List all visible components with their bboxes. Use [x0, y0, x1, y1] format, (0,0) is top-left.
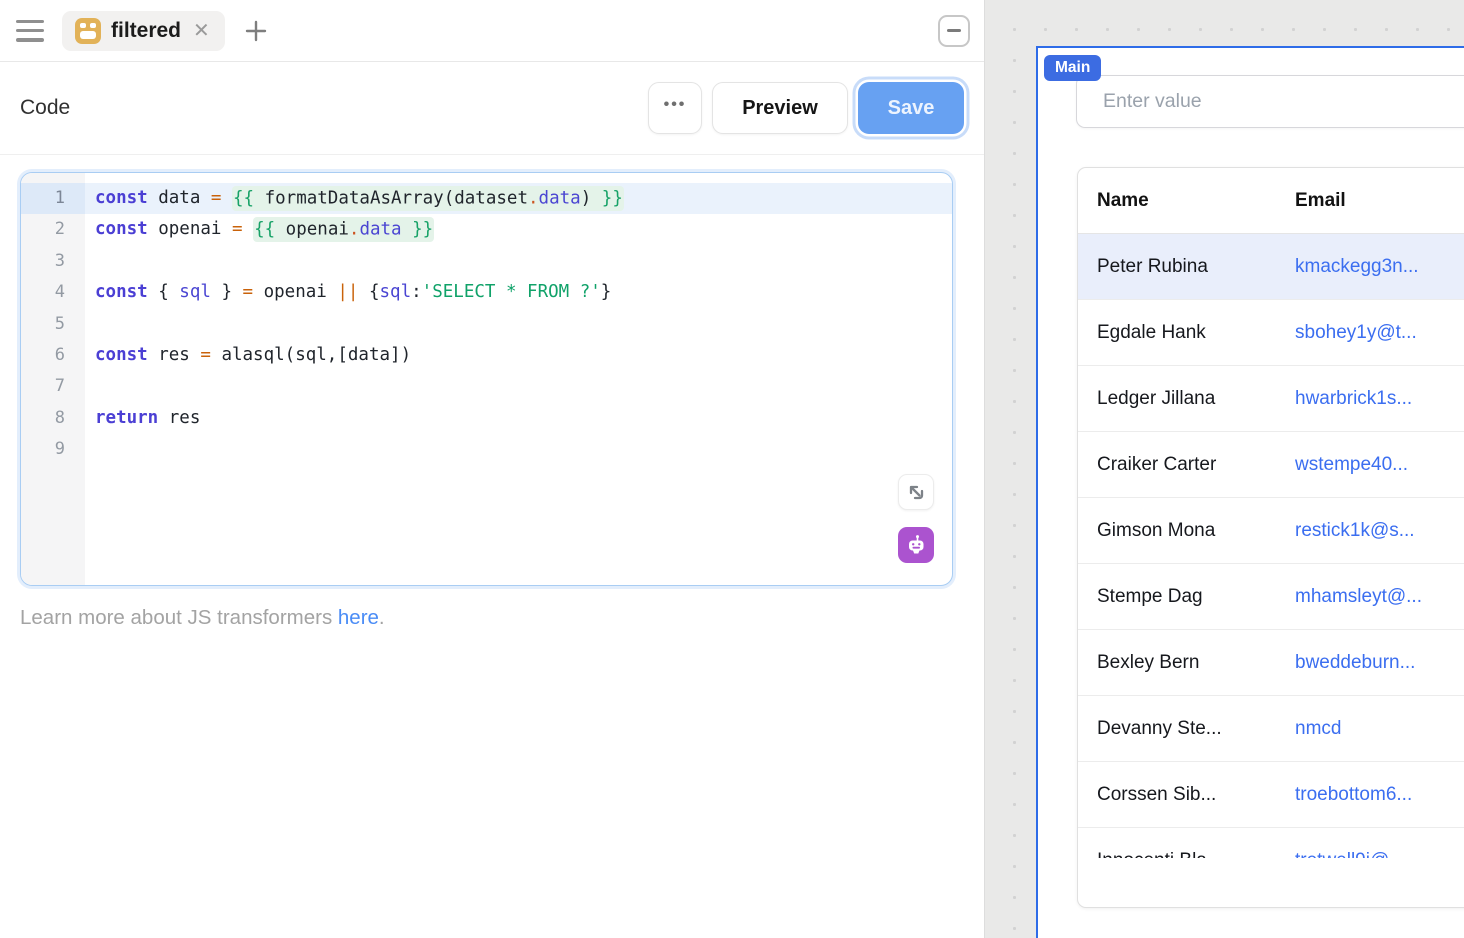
- transformer-icon: [75, 18, 101, 44]
- table-row[interactable]: Egdale Hanksbohey1y@t...: [1078, 300, 1464, 366]
- cell-email-link[interactable]: troebottom6...: [1295, 784, 1464, 806]
- code-line[interactable]: return res: [85, 403, 952, 434]
- cell-email-link[interactable]: restick1k@s...: [1295, 520, 1464, 542]
- selection-tag[interactable]: Main: [1044, 55, 1101, 81]
- tab-filtered[interactable]: filtered ✕: [62, 11, 225, 51]
- line-number: 1: [21, 183, 85, 214]
- line-number: 7: [21, 371, 85, 402]
- table-row[interactable]: Gimson Monarestick1k@s...: [1078, 498, 1464, 564]
- cell-email-link[interactable]: nmcd: [1295, 718, 1464, 740]
- table-row[interactable]: Ledger Jillanahwarbrick1s...: [1078, 366, 1464, 432]
- code-line[interactable]: const data = {{ formatDataAsArray(datase…: [85, 183, 952, 214]
- expand-editor-button[interactable]: [898, 474, 934, 510]
- code-toolbar: Code ••• Preview Save: [0, 62, 984, 155]
- app-canvas[interactable]: Main Name Email Peter Rubinakmackegg3n..…: [985, 0, 1464, 938]
- code-line[interactable]: const openai = {{ openai.data }}: [85, 214, 952, 245]
- line-number: 6: [21, 340, 85, 371]
- table-header-row: Name Email: [1078, 168, 1464, 234]
- learn-more-suffix: .: [379, 606, 385, 629]
- expand-icon: [906, 482, 926, 502]
- add-tab-button[interactable]: [241, 16, 271, 46]
- code-line[interactable]: [85, 246, 952, 277]
- line-number: 3: [21, 246, 85, 277]
- tab-bar: filtered ✕: [0, 0, 984, 62]
- template-expression: {{ openai.data }}: [253, 217, 434, 242]
- section-title: Code: [20, 96, 648, 120]
- code-line[interactable]: const { sql } = openai || {sql:'SELECT *…: [85, 277, 952, 308]
- cell-name: Bexley Bern: [1078, 652, 1295, 674]
- value-input[interactable]: [1076, 75, 1464, 128]
- cell-name: Gimson Mona: [1078, 520, 1295, 542]
- code-editor[interactable]: 123456789 const data = {{ formatDataAsAr…: [20, 172, 953, 586]
- tab-title: filtered: [111, 19, 181, 43]
- data-table[interactable]: Name Email Peter Rubinakmackegg3n...Egda…: [1077, 167, 1464, 908]
- table-row[interactable]: Craiker Carterwstempe40...: [1078, 432, 1464, 498]
- table-body[interactable]: Peter Rubinakmackegg3n...Egdale Hanksboh…: [1078, 234, 1464, 858]
- minimize-panel-button[interactable]: [938, 15, 970, 47]
- cell-name: Peter Rubina: [1078, 256, 1295, 278]
- table-row[interactable]: Stempe Dagmhamsleyt@...: [1078, 564, 1464, 630]
- cell-name: Stempe Dag: [1078, 586, 1295, 608]
- table-row[interactable]: Corssen Sib...troebottom6...: [1078, 762, 1464, 828]
- preview-button[interactable]: Preview: [712, 82, 848, 134]
- table-row[interactable]: Innocenti Bla...tretwell9i@...: [1078, 828, 1464, 858]
- minus-icon: [947, 29, 961, 32]
- cell-email-link[interactable]: tretwell9i@...: [1295, 850, 1464, 859]
- close-icon[interactable]: ✕: [191, 21, 212, 41]
- cell-email-link[interactable]: kmackegg3n...: [1295, 256, 1464, 278]
- code-line[interactable]: [85, 309, 952, 340]
- table-row[interactable]: Peter Rubinakmackegg3n...: [1078, 234, 1464, 300]
- learn-more-link[interactable]: here: [338, 606, 379, 629]
- code-area[interactable]: const data = {{ formatDataAsArray(datase…: [85, 173, 952, 585]
- learn-more-prefix: Learn more about JS transformers: [20, 606, 338, 629]
- cell-email-link[interactable]: bweddeburn...: [1295, 652, 1464, 674]
- hamburger-menu-icon[interactable]: [16, 20, 44, 42]
- plus-icon: [241, 16, 271, 46]
- ai-assistant-button[interactable]: [898, 527, 934, 563]
- robot-icon: [905, 534, 927, 556]
- cell-name: Ledger Jillana: [1078, 388, 1295, 410]
- more-options-button[interactable]: •••: [648, 82, 702, 134]
- cell-email-link[interactable]: hwarbrick1s...: [1295, 388, 1464, 410]
- template-expression: {{ formatDataAsArray(dataset.data) }}: [232, 186, 624, 211]
- column-header-name[interactable]: Name: [1078, 190, 1295, 212]
- line-number: 4: [21, 277, 85, 308]
- column-header-email[interactable]: Email: [1295, 190, 1464, 212]
- code-line[interactable]: [85, 434, 952, 465]
- code-line[interactable]: const res = alasql(sql,[data]): [85, 340, 952, 371]
- app-window: filtered ✕ Code ••• Preview Save 1234567…: [0, 0, 1464, 938]
- main-container-frame[interactable]: Main Name Email Peter Rubinakmackegg3n..…: [1036, 46, 1464, 938]
- cell-email-link[interactable]: mhamsleyt@...: [1295, 586, 1464, 608]
- table-row[interactable]: Devanny Ste...nmcd: [1078, 696, 1464, 762]
- cell-name: Innocenti Bla...: [1078, 850, 1295, 859]
- save-button[interactable]: Save: [858, 82, 964, 134]
- code-line[interactable]: [85, 371, 952, 402]
- cell-name: Egdale Hank: [1078, 322, 1295, 344]
- line-number: 2: [21, 214, 85, 245]
- learn-more-text: Learn more about JS transformers here.: [20, 606, 385, 630]
- line-number: 8: [21, 403, 85, 434]
- editor-panel: filtered ✕ Code ••• Preview Save 1234567…: [0, 0, 985, 938]
- line-number-gutter: 123456789: [21, 173, 85, 585]
- cell-name: Craiker Carter: [1078, 454, 1295, 476]
- cell-name: Corssen Sib...: [1078, 784, 1295, 806]
- cell-name: Devanny Ste...: [1078, 718, 1295, 740]
- line-number: 5: [21, 309, 85, 340]
- cell-email-link[interactable]: sbohey1y@t...: [1295, 322, 1464, 344]
- cell-email-link[interactable]: wstempe40...: [1295, 454, 1464, 476]
- table-row[interactable]: Bexley Bernbweddeburn...: [1078, 630, 1464, 696]
- line-number: 9: [21, 434, 85, 465]
